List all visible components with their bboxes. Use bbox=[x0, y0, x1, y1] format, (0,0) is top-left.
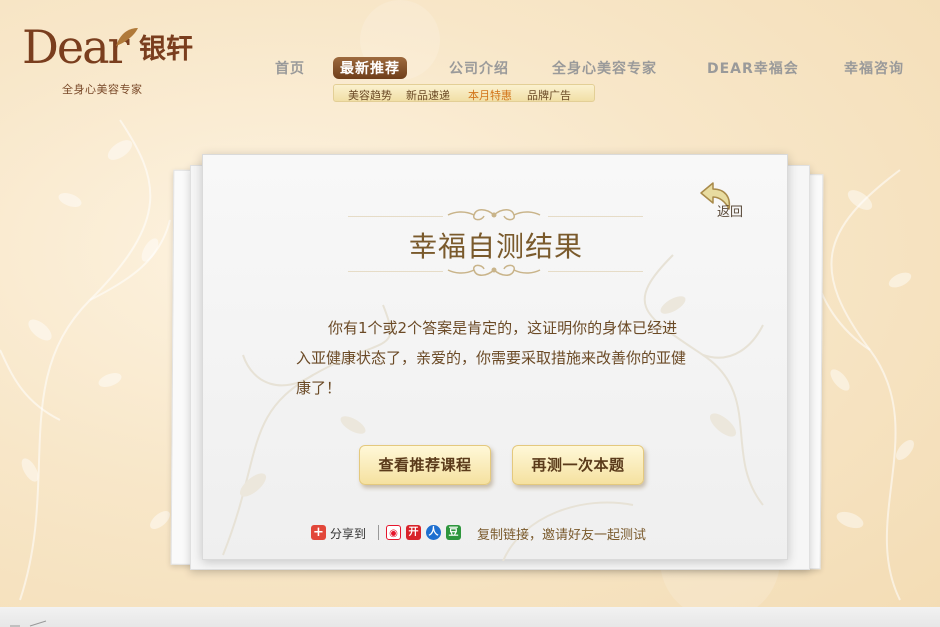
kaixin-icon[interactable]: 开 bbox=[406, 525, 421, 540]
logo-leaf-icon bbox=[116, 28, 138, 46]
footer-strip bbox=[0, 607, 940, 627]
nav-item-dear-club[interactable]: DEAR幸福会 bbox=[707, 58, 799, 78]
sub-nav: 美容趋势 新品速递 本月特惠 品牌广告 bbox=[333, 84, 595, 102]
share-plus-icon[interactable]: + bbox=[311, 525, 326, 540]
nav-item-consult[interactable]: 幸福咨询 bbox=[844, 58, 904, 78]
back-button[interactable]: 返回 bbox=[697, 179, 757, 220]
retake-test-button[interactable]: 再测一次本题 bbox=[512, 445, 644, 485]
title-rule-left-bottom bbox=[348, 271, 443, 272]
share-label[interactable]: 分享到 bbox=[330, 525, 366, 542]
logo-tagline: 全身心美容专家 bbox=[62, 83, 143, 96]
footer-decoration bbox=[10, 620, 47, 627]
title-ornament-top bbox=[447, 209, 541, 221]
brand-logo[interactable]: Dear 银轩 全身心美容专家 bbox=[22, 24, 197, 100]
subnav-item-monthly-offer[interactable]: 本月特惠 bbox=[468, 87, 512, 103]
title-rule-right-bottom bbox=[548, 271, 643, 272]
renren-icon[interactable]: 人 bbox=[426, 525, 441, 540]
nav-item-beauty-expert[interactable]: 全身心美容专家 bbox=[552, 58, 657, 78]
title-rule-right-top bbox=[548, 216, 643, 217]
title-rule-left-top bbox=[348, 216, 443, 217]
result-card: 返回 幸福自测结果 你有1个或2个答案是肯定的，这证明你的身体已经进入亚健康状态… bbox=[202, 154, 788, 561]
logo-chinese-name: 银轩 bbox=[139, 34, 193, 65]
back-label: 返回 bbox=[717, 205, 744, 220]
nav-item-latest[interactable]: 最新推荐 bbox=[333, 57, 407, 79]
result-description: 你有1个或2个答案是肯定的，这证明你的身体已经进入亚健康状态了，亲爱的，你需要采… bbox=[296, 319, 687, 397]
weibo-icon[interactable]: ◉ bbox=[386, 525, 401, 540]
share-divider bbox=[378, 525, 379, 540]
nav-item-about[interactable]: 公司介绍 bbox=[449, 58, 509, 78]
copy-link-invite[interactable]: 复制链接，邀请好友一起测试 bbox=[477, 524, 646, 543]
view-courses-button[interactable]: 查看推荐课程 bbox=[359, 445, 491, 485]
title-ornament-bottom bbox=[447, 264, 541, 276]
douban-icon[interactable]: 豆 bbox=[446, 525, 461, 540]
result-title: 幸福自测结果 bbox=[408, 230, 583, 263]
subnav-item-brand-ads[interactable]: 品牌广告 bbox=[527, 87, 571, 103]
subnav-item-new-products[interactable]: 新品速递 bbox=[406, 87, 450, 103]
logo-wordmark: Dear bbox=[22, 20, 130, 74]
subnav-item-trends[interactable]: 美容趋势 bbox=[348, 87, 392, 103]
nav-item-home[interactable]: 首页 bbox=[275, 58, 305, 78]
